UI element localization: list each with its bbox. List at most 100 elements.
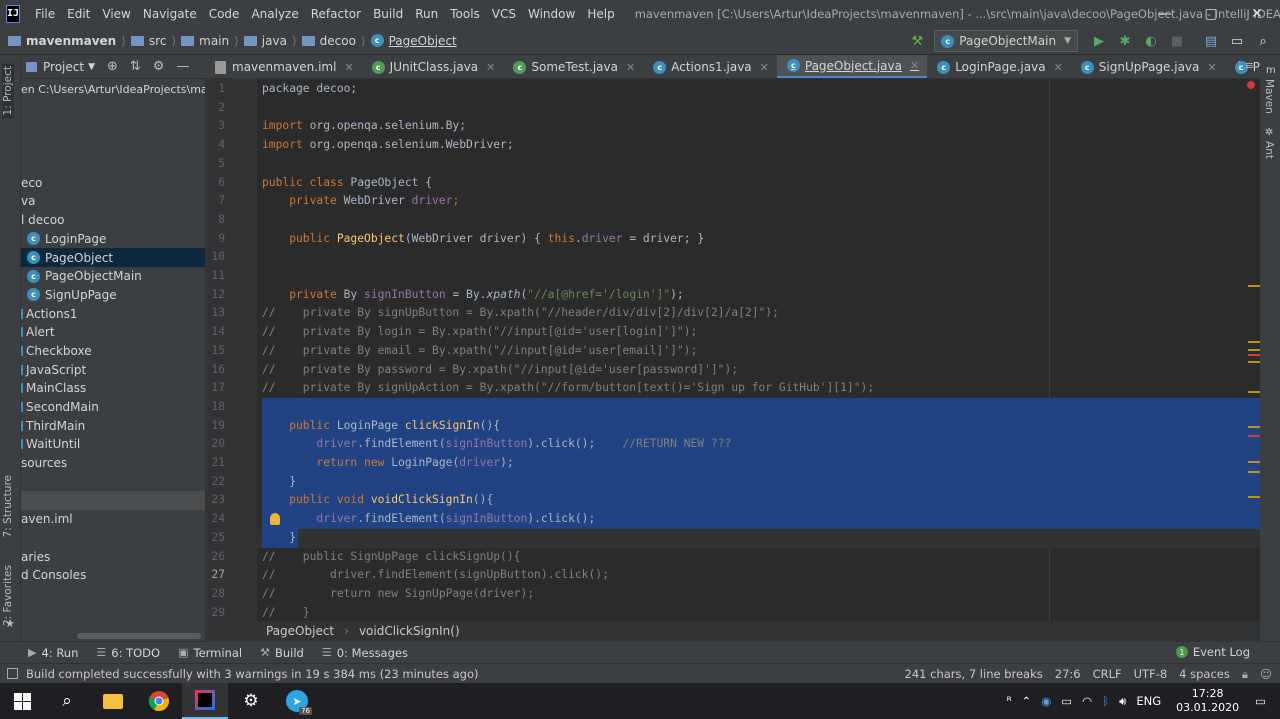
tree-item[interactable]: Actions1 bbox=[21, 304, 205, 323]
crumb-pageobject[interactable]: c PageObject bbox=[370, 34, 457, 48]
stripe-marker[interactable] bbox=[1248, 361, 1260, 363]
project-scrollbar[interactable] bbox=[77, 633, 201, 639]
close-tab-icon[interactable]: ✕ bbox=[910, 59, 919, 72]
battery-icon[interactable]: ▭ bbox=[1061, 694, 1072, 708]
tree-item[interactable] bbox=[21, 155, 205, 174]
menu-item-vcs[interactable]: VCS bbox=[486, 7, 522, 21]
gear-icon[interactable]: ⚙ bbox=[153, 59, 165, 74]
tabs-overflow-icon[interactable]: ⋮≡ bbox=[1234, 59, 1254, 72]
intention-lightbulb-icon[interactable] bbox=[270, 513, 280, 525]
file-encoding[interactable]: UTF-8 bbox=[1134, 667, 1168, 681]
file-explorer-icon[interactable] bbox=[90, 683, 136, 719]
people-icon[interactable]: ᴿ bbox=[1007, 694, 1012, 708]
tree-item[interactable]: va bbox=[21, 192, 205, 211]
tree-item[interactable]: Checkboxe bbox=[21, 342, 205, 361]
menu-item-navigate[interactable]: Navigate bbox=[137, 7, 203, 21]
tree-item[interactable]: c SignUpPage bbox=[21, 286, 205, 305]
run-icon[interactable]: ▶ bbox=[1088, 30, 1110, 52]
tree-item[interactable] bbox=[21, 99, 205, 118]
tree-item[interactable]: WaitUntil bbox=[21, 435, 205, 454]
stripe-marker[interactable] bbox=[1248, 354, 1260, 356]
tab-maven[interactable]: Maven bbox=[1263, 79, 1275, 114]
run-configuration-select[interactable]: c PageObjectMain ▼ bbox=[934, 30, 1078, 52]
tree-item[interactable]: en C:\Users\Artur\IdeaProjects\maven bbox=[21, 80, 205, 99]
search-everywhere-icon[interactable]: ⌕ bbox=[1252, 30, 1274, 52]
stripe-marker[interactable] bbox=[1248, 496, 1260, 498]
line-separator[interactable]: CRLF bbox=[1093, 667, 1122, 681]
breadcrumb-class[interactable]: PageObject bbox=[266, 624, 334, 638]
menu-item-build[interactable]: Build bbox=[367, 7, 409, 21]
crumb-java[interactable]: java ⟩ bbox=[243, 34, 302, 48]
close-tab-icon[interactable]: ✕ bbox=[626, 61, 635, 74]
tree-item[interactable]: eco bbox=[21, 173, 205, 192]
close-tab-icon[interactable]: ✕ bbox=[1054, 61, 1063, 74]
coverage-icon[interactable]: ◐ bbox=[1140, 30, 1162, 52]
tree-item[interactable]: ThirdMain bbox=[21, 416, 205, 435]
tree-item[interactable]: aven.iml bbox=[21, 510, 205, 529]
tree-item[interactable]: c PageObject bbox=[21, 248, 205, 267]
toolwindow-build[interactable]: ⚒ Build bbox=[260, 646, 304, 660]
menu-item-refactor[interactable]: Refactor bbox=[305, 7, 367, 21]
menu-item-code[interactable]: Code bbox=[203, 7, 246, 21]
tree-item[interactable] bbox=[21, 117, 205, 136]
tree-item[interactable]: JavaScript bbox=[21, 360, 205, 379]
notification-center-icon[interactable]: ▭ bbox=[1255, 694, 1266, 708]
chrome-icon[interactable] bbox=[136, 683, 182, 719]
close-tab-icon[interactable]: ✕ bbox=[1207, 61, 1216, 74]
windows-start-icon[interactable] bbox=[0, 683, 44, 719]
bluetooth-icon[interactable]: ᛒ bbox=[1102, 694, 1109, 708]
tab-mavenmaven-iml[interactable]: mavenmaven.iml ✕ bbox=[205, 55, 362, 78]
tray-app-icon[interactable]: ◉ bbox=[1041, 694, 1051, 708]
project-view-select[interactable]: Project bbox=[43, 60, 84, 74]
menu-item-tools[interactable]: Tools bbox=[444, 7, 486, 21]
stripe-marker[interactable] bbox=[1248, 341, 1260, 343]
menu-item-run[interactable]: Run bbox=[409, 7, 444, 21]
tree-item[interactable]: SecondMain bbox=[21, 398, 205, 417]
toolwindow-0-messages[interactable]: ☰ 0: Messages bbox=[322, 646, 408, 660]
status-toggle-icon[interactable] bbox=[7, 668, 18, 679]
tab-structure[interactable]: 7: Structure bbox=[2, 475, 14, 537]
stripe-marker[interactable] bbox=[1248, 435, 1260, 437]
locate-icon[interactable]: ⊕ bbox=[107, 59, 118, 74]
lock-icon[interactable]: 🔒︎ bbox=[1242, 667, 1248, 682]
error-indicator-icon[interactable] bbox=[1247, 81, 1255, 89]
tab-loginpage-java[interactable]: c LoginPage.java ✕ bbox=[927, 55, 1071, 78]
tree-item[interactable]: aries bbox=[21, 547, 205, 566]
indent-setting[interactable]: 4 spaces bbox=[1179, 667, 1230, 681]
menu-item-edit[interactable]: Edit bbox=[61, 7, 96, 21]
tree-item[interactable]: c PageObjectMain bbox=[21, 267, 205, 286]
network-icon[interactable]: ◠ bbox=[1082, 694, 1092, 708]
tab-junitclass-java[interactable]: c JUnitClass.java ✕ bbox=[362, 55, 504, 78]
breadcrumb-method[interactable]: voidClickSignIn() bbox=[359, 624, 460, 638]
tree-item[interactable] bbox=[21, 529, 205, 548]
status-message[interactable]: Build completed successfully with 3 warn… bbox=[26, 667, 478, 681]
tab-sometest-java[interactable]: c SomeTest.java ✕ bbox=[503, 55, 643, 78]
tab-ant[interactable]: Ant bbox=[1263, 141, 1275, 159]
event-log-button[interactable]: 1 Event Log bbox=[1175, 645, 1250, 659]
stripe-marker[interactable] bbox=[1248, 349, 1260, 351]
crumb-mavenmaven[interactable]: mavenmaven ⟩ bbox=[8, 34, 131, 48]
menu-item-help[interactable]: Help bbox=[581, 7, 620, 21]
language-indicator[interactable]: ENG bbox=[1136, 694, 1161, 708]
tree-item[interactable]: c LoginPage bbox=[21, 230, 205, 249]
tree-item[interactable]: d Consoles bbox=[21, 566, 205, 585]
clock[interactable]: 17:28 03.01.2020 bbox=[1176, 687, 1239, 715]
tree-item[interactable]: MainClass bbox=[21, 379, 205, 398]
tab-signuppage-java[interactable]: c SignUpPage.java ✕ bbox=[1071, 55, 1225, 78]
tree-item[interactable]: Alert bbox=[21, 323, 205, 342]
menu-item-window[interactable]: Window bbox=[522, 7, 581, 21]
chevron-down-icon[interactable]: ▼ bbox=[88, 62, 95, 72]
stripe-marker[interactable] bbox=[1248, 471, 1260, 473]
volume-icon[interactable]: 🔊︎ bbox=[1119, 694, 1126, 709]
tree-item[interactable] bbox=[21, 136, 205, 155]
menu-item-analyze[interactable]: Analyze bbox=[245, 7, 304, 21]
stripe-marker[interactable] bbox=[1248, 285, 1260, 287]
maximize-button[interactable]: ▢ bbox=[1188, 0, 1234, 27]
stripe-marker[interactable] bbox=[1248, 391, 1260, 393]
toolwindow-terminal[interactable]: ▣ Terminal bbox=[178, 646, 242, 660]
toolwindow-6-todo[interactable]: ☰ 6: TODO bbox=[96, 646, 160, 660]
caret-position[interactable]: 27:6 bbox=[1055, 667, 1081, 681]
collapse-icon[interactable]: ⇅ bbox=[130, 59, 141, 74]
tree-item[interactable]: sources bbox=[21, 454, 205, 473]
search-icon[interactable]: ⌕ bbox=[44, 683, 90, 719]
